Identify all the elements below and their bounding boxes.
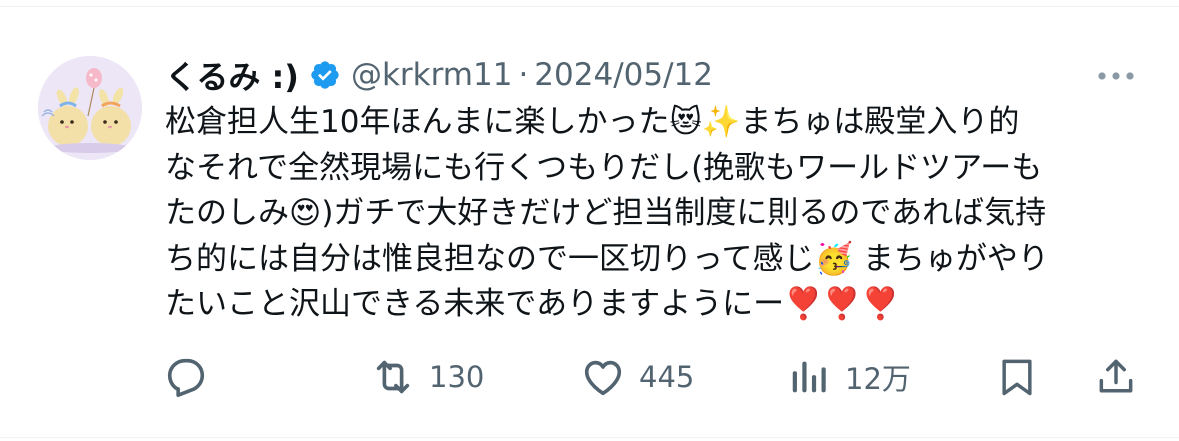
tweet-text: 松倉担人生10年ほんまに楽しかった😻✨まちゅは殿堂入り的 なそれで全然現場にも行… bbox=[165, 104, 1049, 322]
views-button[interactable]: 12万 bbox=[787, 350, 911, 404]
avatar-image bbox=[38, 56, 142, 160]
share-icon bbox=[1099, 359, 1133, 393]
top-divider bbox=[0, 6, 1179, 7]
views-icon bbox=[792, 361, 826, 393]
more-icon[interactable] bbox=[1094, 66, 1138, 86]
bottom-divider bbox=[0, 437, 1179, 438]
tweet-header: くるみ :) @krkrm11 · 2024/05/12 bbox=[165, 52, 713, 98]
like-button[interactable]: 445 bbox=[579, 350, 694, 404]
display-name[interactable]: くるみ :) bbox=[165, 52, 299, 98]
share-button[interactable] bbox=[1094, 350, 1138, 404]
verified-badge-icon bbox=[309, 59, 341, 91]
user-handle[interactable]: @krkrm11 bbox=[351, 57, 513, 93]
bookmark-button[interactable] bbox=[995, 350, 1039, 404]
retweet-count: 130 bbox=[429, 360, 485, 394]
action-bar: 130 445 12万 bbox=[0, 350, 1179, 404]
bookmark-icon bbox=[1002, 359, 1032, 396]
like-count: 445 bbox=[639, 360, 695, 394]
tweet-date[interactable]: 2024/05/12 bbox=[534, 57, 713, 93]
separator-dot: · bbox=[518, 57, 529, 93]
retweet-icon bbox=[376, 360, 410, 394]
retweet-button[interactable]: 130 bbox=[369, 350, 484, 404]
reply-icon bbox=[167, 358, 205, 398]
views-count: 12万 bbox=[845, 362, 911, 396]
avatar[interactable] bbox=[38, 56, 142, 160]
reply-button[interactable] bbox=[163, 350, 209, 404]
like-icon bbox=[584, 360, 622, 396]
